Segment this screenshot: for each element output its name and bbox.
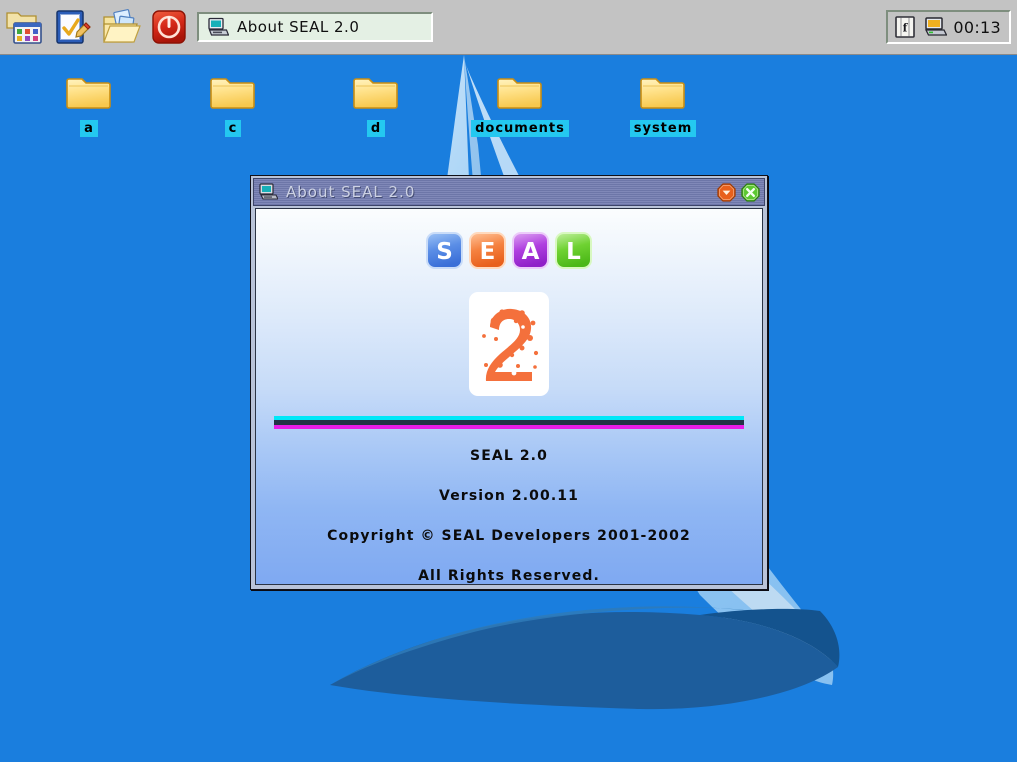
desktop-icon-label: d (366, 120, 386, 137)
taskbar-clock: 00:13 (953, 17, 1001, 37)
taskbar[interactable]: About SEAL 2.0 f 00:13 (0, 0, 1017, 55)
folder-icon (497, 78, 542, 109)
folder-icon (210, 78, 255, 109)
launcher-file-manager[interactable] (99, 5, 143, 49)
desktop-icon-a[interactable]: a (34, 70, 144, 137)
desktop-icon-documents[interactable]: documents (465, 70, 575, 137)
svg-text:A: A (522, 239, 540, 265)
svg-text:S: S (436, 239, 453, 265)
rights-text: All Rights Reserved. (418, 568, 600, 584)
seal-logo-card (469, 292, 549, 396)
open-folder-icon (103, 9, 141, 43)
computer-icon (259, 183, 278, 200)
system-tray: f 00:13 (886, 10, 1011, 44)
launcher-notepad[interactable] (51, 5, 95, 49)
dialog-titlebar[interactable]: About SEAL 2.0 (253, 178, 765, 206)
keyboard-layout-icon[interactable]: f (893, 15, 917, 39)
logo-letter-s: S (426, 232, 463, 269)
logo-numeral-two (482, 308, 539, 381)
divider-magenta-stripe (274, 425, 744, 429)
logo-letter-l: L (555, 232, 592, 269)
svg-text:E: E (480, 239, 496, 265)
folder-icon (353, 78, 398, 109)
accent-divider (274, 416, 744, 429)
computer-icon (208, 17, 229, 36)
desktop-icon-c[interactable]: c (178, 70, 288, 137)
notepad-pencil-icon (56, 10, 91, 44)
desktop-icon-label: c (224, 120, 242, 137)
desktop-icon-label: system (629, 120, 697, 137)
about-dialog[interactable]: About SEAL 2.0 S E A L SEAL 2.0 Version … (250, 175, 768, 590)
minimize-button[interactable] (717, 182, 736, 202)
task-button-about-seal[interactable]: About SEAL 2.0 (197, 12, 433, 42)
launcher-shutdown[interactable] (147, 5, 191, 49)
copyright-text: Copyright © SEAL Developers 2001-2002 (327, 528, 691, 544)
computer-status-icon[interactable] (923, 15, 948, 39)
svg-text:L: L (566, 239, 581, 265)
power-icon (152, 10, 186, 44)
close-button[interactable] (741, 182, 760, 202)
desktop-icon-d[interactable]: d (321, 70, 431, 137)
titlebar-button-group (717, 182, 760, 202)
dialog-content: S E A L SEAL 2.0 Version 2.00.11 Copyrig… (255, 208, 763, 585)
folder-icon (640, 78, 685, 109)
version-text: Version 2.00.11 (439, 488, 579, 504)
product-name: SEAL 2.0 (470, 448, 548, 464)
seal-logo-letters: S E A L (256, 231, 762, 270)
desktop[interactable]: a c d documents system About SEAL 2.0 S … (0, 0, 1017, 762)
desktop-icon-label: a (80, 120, 98, 137)
folder-icon (66, 78, 111, 109)
folder-programs-icon (6, 12, 42, 44)
task-button-list: About SEAL 2.0 (197, 12, 433, 42)
logo-letter-a: A (512, 232, 549, 269)
launcher-programs-menu[interactable] (3, 5, 47, 49)
desktop-icon-system[interactable]: system (608, 70, 718, 137)
logo-letter-e: E (469, 232, 506, 269)
quick-launch-bar (0, 0, 191, 54)
task-button-label: About SEAL 2.0 (237, 18, 360, 36)
dialog-title: About SEAL 2.0 (286, 183, 416, 201)
desktop-icon-label: documents (471, 120, 569, 137)
